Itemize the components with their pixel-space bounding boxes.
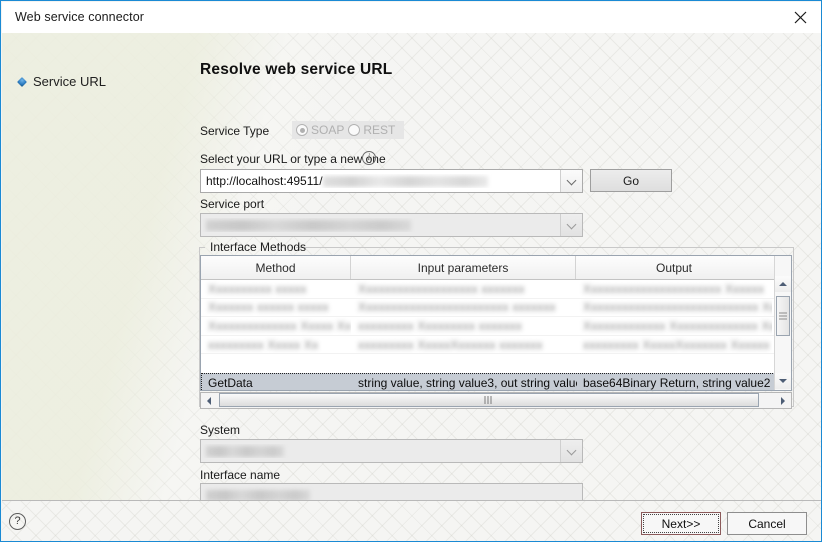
interface-methods-legend: Interface Methods (210, 240, 307, 254)
url-redacted-text (322, 176, 488, 188)
service-port-combobox[interactable] (200, 213, 583, 237)
interface-name-redacted-text (206, 489, 310, 500)
diamond-bullet-icon (18, 78, 26, 86)
scroll-up-icon[interactable] (775, 276, 791, 292)
interface-name-input[interactable] (200, 483, 583, 500)
groupbox-border-left (199, 247, 205, 248)
go-button[interactable]: Go (590, 169, 672, 192)
radio-soap-indicator (296, 124, 308, 136)
main-panel: Resolve web service URL Service Type SOA… (192, 33, 821, 500)
service-type-label: Service Type (200, 124, 270, 138)
cell-output: base64Binary Return, string value2 (583, 375, 771, 390)
sidebar-item-service-url[interactable]: Service URL (18, 74, 106, 89)
cell-input-parameters: string value, string value3, out string … (358, 375, 577, 390)
service-type-radio-group: SOAP REST (292, 121, 404, 139)
dialog-footer: ? Next>> Cancel (2, 500, 821, 541)
radio-rest-label: REST (363, 123, 396, 137)
interface-methods-table: Method Input parameters Output Xxxxxxxxx… (200, 255, 792, 391)
sidebar-item-label: Service URL (33, 74, 106, 89)
cell-method: GetData (208, 375, 253, 390)
column-header-method[interactable]: Method (201, 256, 351, 279)
interface-name-label: Interface name (200, 468, 281, 482)
dialog-content: Service URL Resolve web service URL Serv… (2, 33, 821, 500)
info-icon[interactable]: i (362, 151, 376, 165)
vertical-scrollbar-thumb[interactable] (776, 296, 790, 336)
groupbox-border-right (296, 247, 794, 248)
radio-rest[interactable]: REST (348, 123, 395, 137)
horizontal-scrollbar-thumb[interactable] (219, 393, 759, 407)
table-row[interactable]: Xxxxxxxxxxxxxx Xxxxx Xx xxxxxxxxx Xxxxxx… (201, 317, 791, 336)
table-row-selected[interactable]: GetData string value, string value3, out… (201, 373, 791, 390)
service-port-redacted-text (206, 220, 411, 232)
chevron-down-icon[interactable] (560, 440, 582, 462)
scroll-left-icon[interactable] (201, 393, 217, 408)
select-url-label: Select your URL or type a new one (200, 152, 386, 166)
service-port-label: Service port (200, 197, 265, 211)
title-bar: Web service connector (2, 2, 821, 33)
system-value (201, 444, 560, 458)
table-row[interactable]: Xxxxxxxxxx xxxxx Xxxxxxxxxxxxxxxxxxx xxx… (201, 280, 791, 299)
table-row[interactable]: xxxxxxxxx Xxxxx Xx xxxxxxxxx XxxxxXxxxxx… (201, 336, 791, 355)
scroll-down-icon[interactable] (775, 373, 791, 389)
chevron-down-icon[interactable] (560, 214, 582, 236)
close-icon[interactable] (778, 2, 821, 33)
system-redacted-text (206, 446, 284, 458)
table-row[interactable]: Xxxxxxx xxxxxx xxxxx Xxxxxxxxxxxxxxxxxxx… (201, 299, 791, 318)
url-visible-text: http://localhost:49511/ (206, 174, 323, 188)
url-combobox-value: http://localhost:49511/ (201, 174, 560, 188)
page-title: Resolve web service URL (200, 61, 393, 78)
system-label: System (200, 423, 241, 437)
radio-soap[interactable]: SOAP (296, 123, 344, 137)
url-combobox[interactable]: http://localhost:49511/ (200, 169, 583, 193)
next-button[interactable]: Next>> (641, 512, 721, 535)
table-body: Xxxxxxxxxx xxxxx Xxxxxxxxxxxxxxxxxxx xxx… (201, 280, 791, 373)
table-header-row: Method Input parameters Output (201, 256, 791, 280)
wizard-step-list: Service URL (2, 33, 192, 500)
column-header-input-parameters[interactable]: Input parameters (351, 256, 576, 279)
cancel-button[interactable]: Cancel (727, 512, 807, 535)
chevron-down-icon[interactable] (560, 170, 582, 192)
web-service-connector-dialog: Web service connector Service URL Resolv… (0, 0, 822, 542)
system-combobox[interactable] (200, 439, 583, 463)
window-title: Web service connector (15, 10, 145, 24)
column-header-output[interactable]: Output (576, 256, 772, 279)
radio-soap-label: SOAP (311, 123, 345, 137)
service-port-value (201, 218, 560, 232)
table-vertical-scrollbar[interactable] (774, 256, 791, 390)
horizontal-scrollbar-track[interactable] (217, 393, 775, 408)
scroll-right-icon[interactable] (775, 393, 791, 408)
table-horizontal-scrollbar[interactable] (200, 392, 792, 409)
help-icon[interactable]: ? (9, 513, 26, 530)
radio-rest-indicator (348, 124, 361, 136)
